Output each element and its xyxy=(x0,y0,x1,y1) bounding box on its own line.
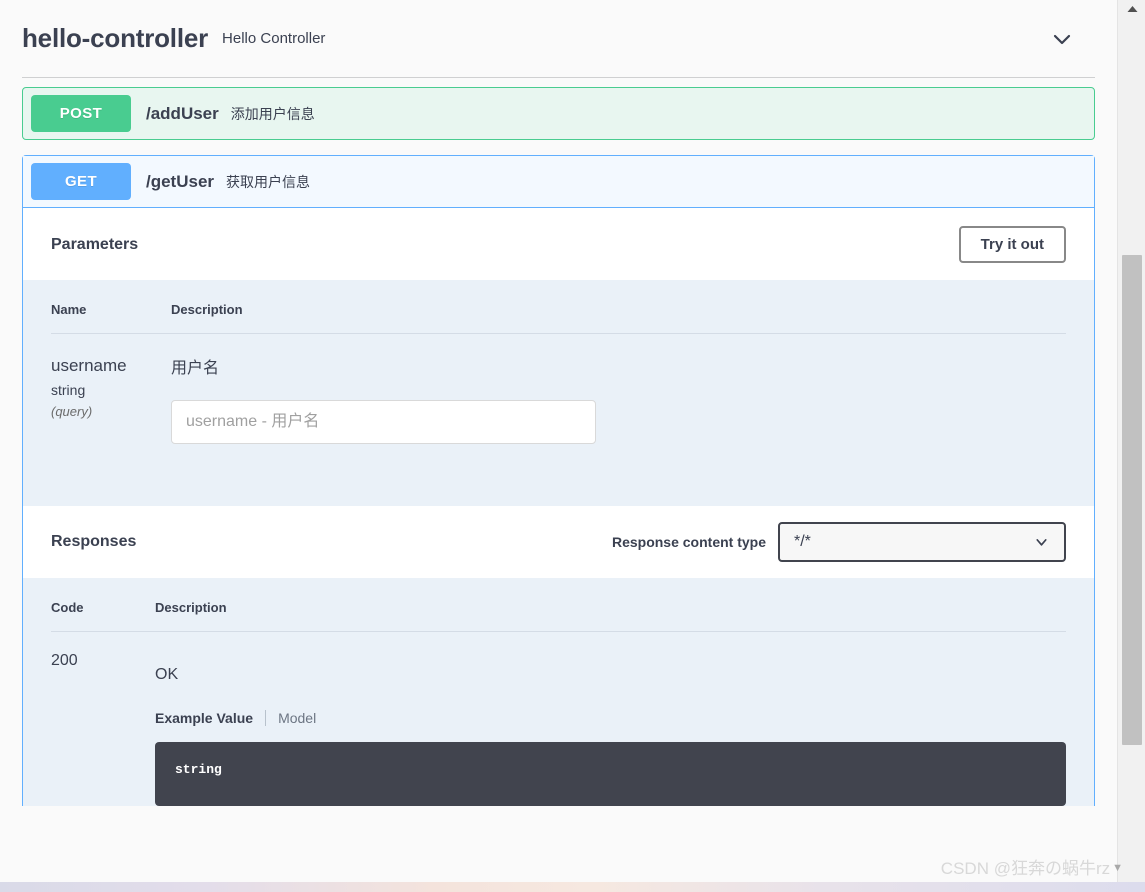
parameter-location: (query) xyxy=(51,404,93,420)
operation-path-getuser: /getUser xyxy=(146,171,215,191)
parameter-type: string xyxy=(51,381,86,398)
response-code: 200 xyxy=(51,652,78,669)
tag-description: Hello Controller xyxy=(222,30,326,47)
triangle-up-icon[interactable] xyxy=(1118,0,1145,18)
responses-table-header-row: Code Description xyxy=(51,578,1066,632)
example-value-code-block[interactable]: string xyxy=(155,742,1066,806)
chevron-down-icon xyxy=(1033,534,1050,551)
response-code-cell: 200 xyxy=(51,632,155,807)
opblock-get-getuser[interactable]: GET /getUser 获取用户信息 xyxy=(22,155,1095,209)
parameter-description-cell: 用户名 xyxy=(171,334,1066,444)
bottom-gradient-strip xyxy=(0,882,1145,892)
tab-example-value[interactable]: Example Value xyxy=(155,710,253,726)
operation-summary-adduser: 添加用户信息 xyxy=(230,105,315,122)
parameters-table-container: Name Description username string (query) xyxy=(23,280,1094,506)
parameters-title: Parameters xyxy=(51,235,139,253)
parameters-header: Parameters Try it out xyxy=(23,208,1094,280)
try-it-out-button[interactable]: Try it out xyxy=(958,226,1066,263)
example-value-code: string xyxy=(175,762,222,777)
spacer-cell xyxy=(51,444,1066,506)
response-description: OK xyxy=(155,666,179,683)
chevron-down-icon[interactable] xyxy=(1049,26,1075,52)
vertical-scrollbar[interactable] xyxy=(1117,0,1145,892)
parameter-name: username xyxy=(51,356,127,375)
opblock-summary-get-getuser[interactable]: GET /getUser 获取用户信息 xyxy=(23,156,1094,208)
opblock-body-getuser: Parameters Try it out Name Description u… xyxy=(22,208,1095,806)
operation-summary-getuser: 获取用户信息 xyxy=(226,173,311,190)
scrollbar-thumb[interactable] xyxy=(1122,255,1142,745)
column-header-name: Name xyxy=(51,280,171,334)
table-row: username string (query) 用户名 xyxy=(51,334,1066,445)
table-row: 200 OK Example Value Model string xyxy=(51,632,1066,807)
parameters-table-bottom-spacer xyxy=(51,444,1066,506)
column-header-code: Code xyxy=(51,578,155,632)
opblock-post-adduser[interactable]: POST /addUser 添加用户信息 xyxy=(22,87,1095,140)
content-viewport: hello-controller Hello Controller POST /… xyxy=(0,0,1117,892)
response-content-type-value: */* xyxy=(794,533,811,550)
column-header-description: Description xyxy=(171,280,1066,334)
responses-table-container: Code Description 200 OK Example Value Mo… xyxy=(23,578,1094,806)
response-content-type-label: Response content type xyxy=(611,534,766,550)
tag-title: hello-controller xyxy=(22,23,209,53)
opblock-summary-post-adduser[interactable]: POST /addUser 添加用户信息 xyxy=(23,88,1094,139)
tag-header-hello-controller[interactable]: hello-controller Hello Controller xyxy=(22,0,1095,78)
tab-divider xyxy=(265,710,267,726)
http-method-badge-get: GET xyxy=(31,163,131,200)
response-content-type-select[interactable]: */* xyxy=(778,522,1066,562)
swagger-ui-page: hello-controller Hello Controller POST /… xyxy=(0,0,1145,892)
parameters-table: Name Description username string (query) xyxy=(51,280,1066,506)
tab-model[interactable]: Model xyxy=(278,710,316,726)
responses-title: Responses xyxy=(51,533,137,550)
operation-path-adduser: /addUser xyxy=(146,103,219,123)
parameter-name-cell: username string (query) xyxy=(51,334,171,445)
column-header-response-description: Description xyxy=(155,578,1066,632)
parameter-description: 用户名 xyxy=(171,360,220,377)
example-model-tabs: Example Value Model xyxy=(155,710,1066,726)
response-description-cell: OK Example Value Model string xyxy=(155,632,1066,806)
responses-header: Responses Response content type */* xyxy=(23,506,1094,578)
username-input[interactable] xyxy=(171,400,596,444)
parameters-table-header-row: Name Description xyxy=(51,280,1066,334)
http-method-badge-post: POST xyxy=(31,95,131,132)
responses-table: Code Description 200 OK Example Value Mo… xyxy=(51,578,1066,806)
